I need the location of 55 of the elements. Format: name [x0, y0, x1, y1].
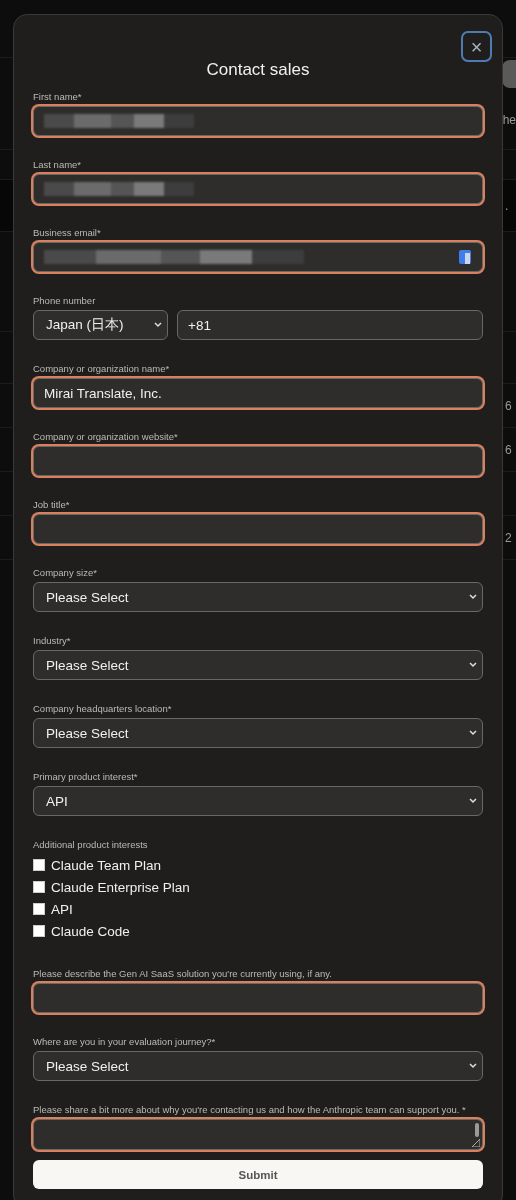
field-label: Last name* [33, 159, 83, 171]
chevron-icon [468, 729, 478, 737]
select-field[interactable]: Please Select [33, 582, 483, 612]
field-label: Company size* [33, 567, 98, 579]
page-text: he [502, 112, 516, 127]
option-label[interactable]: Claude Team Plan [51, 857, 162, 873]
field-label: Please share a bit more about why you're contacting us and how the Anthropic team can support you. * [33, 1104, 467, 1116]
select-field[interactable]: Please Select [33, 650, 483, 680]
field-label: Please describe the Gen AI SaaS solution you're currently using, if any. [33, 968, 333, 980]
chevron-icon [468, 797, 478, 805]
option-label[interactable]: Claude Code [51, 923, 130, 939]
option-label[interactable]: Claude Enterprise Plan [51, 879, 190, 895]
input-field[interactable]: Mirai Translate, Inc. [33, 378, 483, 408]
field-label: Company or organization website* [33, 431, 179, 443]
square-icon[interactable] [458, 249, 472, 265]
field-label: Company or organization name* [33, 363, 171, 375]
field-label: Business email* [33, 227, 102, 239]
input-field[interactable]: +81 [177, 310, 483, 340]
chevron-icon [468, 593, 478, 601]
field-label: Industry* [33, 635, 72, 647]
page-text: 2 [505, 530, 512, 545]
close-button[interactable]: × [461, 31, 492, 62]
page-text: 6 [505, 398, 512, 413]
field-label: Primary product interest* [33, 771, 139, 783]
scrollbar-thumb [475, 1123, 479, 1137]
input-field[interactable] [33, 446, 483, 476]
select-field[interactable]: API [33, 786, 483, 816]
checkbox[interactable] [33, 903, 45, 915]
select-field[interactable]: Please Select [33, 718, 483, 748]
select-field[interactable]: Japan (日本) [33, 310, 168, 340]
select-field[interactable]: Please Select [33, 1051, 483, 1081]
resize-grip-icon[interactable] [472, 1139, 480, 1147]
input-field[interactable] [33, 106, 483, 136]
dialog-title: Contact sales [205, 59, 311, 81]
field-label: Where are you in your evaluation journey?* [33, 1036, 217, 1048]
checkbox[interactable] [33, 859, 45, 871]
checkbox[interactable] [33, 881, 45, 893]
submit-button[interactable]: Submit [33, 1160, 483, 1189]
field-label: Company headquarters location* [33, 703, 173, 715]
chevron-icon [468, 661, 478, 669]
field-label: First name* [33, 91, 83, 103]
field-label: Phone number [33, 295, 97, 307]
input-field[interactable] [33, 514, 483, 544]
text-area[interactable] [33, 1119, 483, 1150]
option-label[interactable]: API [51, 901, 73, 917]
chevron-icon [153, 321, 163, 329]
input-field[interactable] [33, 174, 483, 204]
page-text: . [505, 198, 509, 213]
checkbox[interactable] [33, 925, 45, 937]
input-field[interactable] [33, 242, 483, 272]
field-label: Job title* [33, 499, 71, 511]
chevron-icon [468, 1062, 478, 1070]
page-text: 6 [505, 442, 512, 457]
input-field[interactable] [33, 983, 483, 1013]
field-label: Additional product interests [33, 839, 149, 851]
